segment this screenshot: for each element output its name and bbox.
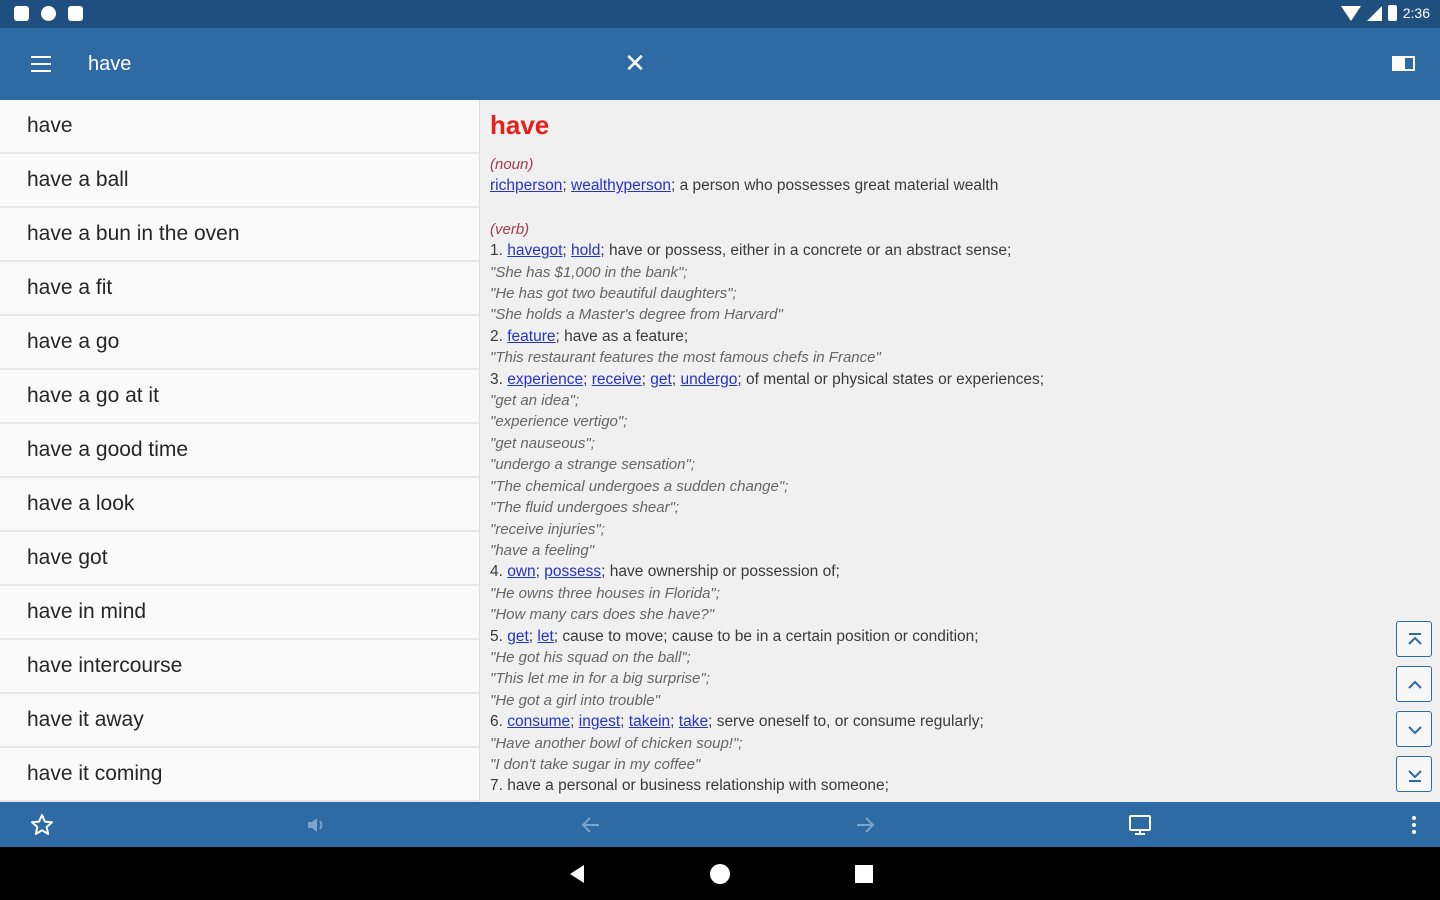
- example: "He owns three houses in Florida";: [490, 584, 720, 602]
- wifi-icon: [1340, 5, 1361, 21]
- list-item[interactable]: have got: [0, 532, 479, 586]
- synonym-link[interactable]: get: [507, 628, 529, 645]
- nav-home-icon[interactable]: [707, 861, 733, 887]
- synonym-link[interactable]: ingest: [579, 713, 620, 730]
- synonym-link[interactable]: receive: [592, 371, 642, 388]
- example: "I don't take sugar in my coffee": [490, 755, 701, 773]
- verb-sense-7: 7. have a personal or business relations…: [490, 777, 889, 795]
- list-item[interactable]: have: [0, 100, 479, 154]
- search-input[interactable]: [88, 48, 608, 80]
- synonym-link[interactable]: let: [537, 628, 553, 645]
- example: "get nauseous";: [490, 434, 595, 452]
- synonym-link[interactable]: take: [679, 713, 708, 730]
- example: "The fluid undergoes shear";: [490, 499, 680, 517]
- list-item[interactable]: have it coming: [0, 748, 479, 802]
- headword: have: [490, 110, 550, 140]
- battery-icon: [1387, 5, 1397, 21]
- system-status: 2:36: [1340, 5, 1430, 21]
- book-icon[interactable]: [1390, 50, 1420, 78]
- verb-sense-1: 1. havegot; hold; have or possess, eithe…: [490, 242, 1012, 260]
- notification-icon: [14, 6, 29, 21]
- example: "get an idea";: [490, 392, 580, 410]
- nav-recents-icon[interactable]: [851, 861, 877, 887]
- list-item[interactable]: have a fit: [0, 262, 479, 316]
- speaker-icon[interactable]: [300, 809, 332, 841]
- synonym-link[interactable]: richperson: [490, 177, 562, 194]
- example: "This let me in for a big surprise";: [490, 670, 710, 688]
- synonym-link[interactable]: takein: [629, 713, 670, 730]
- noun-sense: richperson; wealthyperson; a person who …: [490, 177, 999, 195]
- synonym-link[interactable]: own: [507, 563, 535, 580]
- example: "He has got two beautiful daughters";: [490, 285, 737, 303]
- chevron-down-icon[interactable]: [1396, 711, 1432, 747]
- example: "This restaurant features the most famou…: [490, 349, 881, 367]
- monitor-icon[interactable]: [1124, 809, 1156, 841]
- synonym-link[interactable]: havegot: [507, 242, 562, 259]
- list-item[interactable]: have in mind: [0, 586, 479, 640]
- list-item[interactable]: have a ball: [0, 154, 479, 208]
- synonym-link[interactable]: consume: [507, 713, 570, 730]
- synonym-link[interactable]: get: [650, 371, 672, 388]
- example: "The chemical undergoes a sudden change"…: [490, 477, 789, 495]
- example: "How many cars does she have?": [490, 606, 715, 624]
- signal-icon: [1366, 5, 1382, 21]
- example: "He got a girl into trouble": [490, 691, 660, 709]
- pos-label-noun: (noun): [490, 156, 534, 173]
- bottom-toolbar: [0, 802, 1440, 847]
- synonym-link[interactable]: wealthyperson: [571, 177, 671, 194]
- list-item[interactable]: have a bun in the oven: [0, 208, 479, 262]
- verb-sense-5: 5. get; let; cause to move; cause to be …: [490, 627, 979, 645]
- more-vert-icon[interactable]: [1398, 809, 1430, 841]
- close-icon[interactable]: ✕: [620, 46, 650, 80]
- word-list: have have a ball have a bun in the oven …: [0, 100, 480, 802]
- arrow-left-icon[interactable]: [575, 809, 607, 841]
- sd-card-icon: [68, 6, 83, 21]
- example: "have a feeling": [490, 541, 595, 559]
- star-icon[interactable]: [26, 809, 58, 841]
- verb-sense-6: 6. consume; ingest; takein; take; serve …: [490, 713, 984, 731]
- verb-sense-4: 4. own; possess; have ownership or posse…: [490, 563, 840, 581]
- sync-icon: [41, 6, 56, 21]
- nav-back-icon[interactable]: [564, 861, 590, 887]
- status-bar: 2:36: [0, 0, 1440, 28]
- synonym-link[interactable]: experience: [507, 371, 583, 388]
- list-item[interactable]: have a go at it: [0, 370, 479, 424]
- chevron-up-icon[interactable]: [1396, 666, 1432, 702]
- example: "She has $1,000 in the bank";: [490, 263, 688, 281]
- verb-sense-2: 2. feature; have as a feature;: [490, 327, 689, 345]
- list-item[interactable]: have a go: [0, 316, 479, 370]
- synonym-link[interactable]: undergo: [680, 371, 737, 388]
- menu-icon[interactable]: [22, 48, 60, 80]
- definition-pane: have (noun) richperson; wealthyperson; a…: [480, 100, 1440, 802]
- synonym-link[interactable]: feature: [507, 328, 555, 345]
- pos-label-verb: (verb): [490, 220, 530, 238]
- list-item[interactable]: have intercourse: [0, 640, 479, 694]
- example: "He got his squad on the ball";: [490, 648, 691, 666]
- app-bar: ✕: [0, 28, 1440, 100]
- example: "undergo a strange sensation";: [490, 456, 695, 474]
- arrow-right-icon[interactable]: [849, 809, 881, 841]
- scroll-bottom-icon[interactable]: [1396, 756, 1432, 792]
- system-nav-bar: [0, 847, 1440, 900]
- verb-sense-3: 3. experience; receive; get; undergo; of…: [490, 370, 1045, 388]
- status-time: 2:36: [1402, 5, 1430, 21]
- synonym-link[interactable]: possess: [544, 563, 601, 580]
- list-item[interactable]: have it away: [0, 694, 479, 748]
- list-item[interactable]: have a look: [0, 478, 479, 532]
- example: "She holds a Master's degree from Harvar…: [490, 306, 783, 324]
- example: "receive injuries";: [490, 520, 605, 538]
- notification-icons: [14, 6, 83, 21]
- list-item[interactable]: have a good time: [0, 424, 479, 478]
- example: "experience vertigo";: [490, 413, 628, 431]
- synonym-link[interactable]: hold: [571, 242, 600, 259]
- scroll-top-icon[interactable]: [1396, 621, 1432, 657]
- example: "Have another bowl of chicken soup!";: [490, 734, 743, 752]
